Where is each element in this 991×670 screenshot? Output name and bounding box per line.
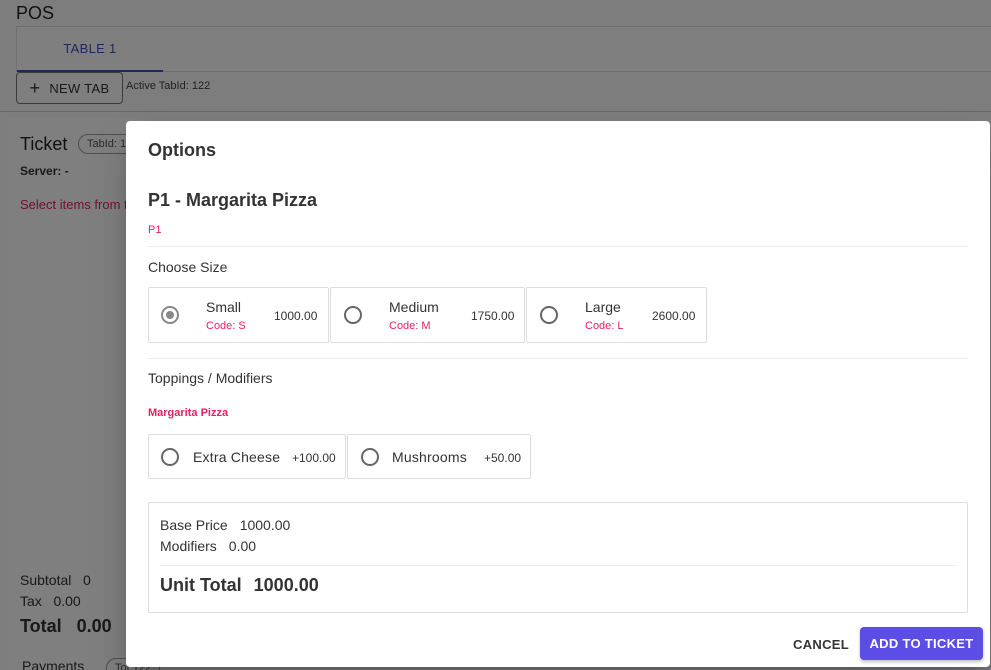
size-option-large[interactable]: Large Code: L 2600.00: [526, 287, 707, 343]
base-price-line: Base Price 1000.00: [160, 517, 290, 533]
modifiers-section-label: Toppings / Modifiers: [148, 370, 273, 386]
add-to-ticket-button[interactable]: ADD TO TICKET: [860, 627, 983, 660]
cancel-button[interactable]: CANCEL: [786, 628, 856, 660]
divider: [160, 565, 956, 566]
options-dialog: Options P1 - Margarita Pizza P1 Choose S…: [126, 121, 990, 667]
radio-checked-icon[interactable]: [161, 306, 179, 324]
radio-unchecked-icon[interactable]: [161, 447, 179, 466]
modifier-option-mushrooms[interactable]: Mushrooms +50.00: [347, 434, 531, 479]
size-option-medium[interactable]: Medium Code: M 1750.00: [330, 287, 525, 343]
base-price-value: 1000.00: [239, 517, 291, 533]
size-name: Large: [585, 299, 621, 315]
modifier-options: Extra Cheese +100.00 Mushrooms +50.00: [148, 434, 532, 479]
size-price: 1000.00: [274, 309, 318, 323]
radio-unchecked-icon[interactable]: [540, 306, 558, 324]
modifier-price: +50.00: [484, 451, 522, 465]
size-section-label: Choose Size: [148, 259, 228, 275]
modifiers-line: Modifiers 0.00: [160, 538, 256, 554]
size-price: 1750.00: [471, 309, 515, 323]
modifier-price: +100.00: [292, 451, 336, 465]
size-option-small[interactable]: Small Code: S 1000.00: [148, 287, 329, 343]
size-name: Small: [206, 299, 242, 315]
size-options: Small Code: S 1000.00 Medium Code: M 175…: [148, 287, 708, 343]
size-code: Code: M: [389, 320, 431, 332]
modifier-group-label: Margarita Pizza: [148, 407, 229, 419]
modifiers-value: 0.00: [228, 538, 257, 554]
dialog-title: Options: [148, 140, 216, 160]
divider: [148, 246, 968, 247]
divider: [148, 358, 968, 359]
modifier-name: Extra Cheese: [193, 449, 281, 465]
price-summary: Base Price 1000.00 Modifiers 0.00 Unit Tot…: [148, 502, 968, 613]
modifiers-label: Modifiers: [160, 538, 217, 554]
product-code: P1: [148, 224, 162, 236]
size-name: Medium: [389, 299, 439, 315]
unit-total-line: Unit Total 1000.00: [160, 575, 319, 596]
unit-total-label: Unit Total: [160, 575, 242, 595]
size-code: Code: S: [206, 320, 246, 332]
radio-unchecked-icon[interactable]: [361, 447, 379, 466]
product-name: P1 - Margarita Pizza: [148, 190, 318, 210]
base-price-label: Base Price: [160, 517, 228, 533]
modifier-option-extra-cheese[interactable]: Extra Cheese +100.00: [148, 434, 346, 479]
radio-unchecked-icon[interactable]: [344, 306, 362, 324]
unit-total-value: 1000.00: [253, 575, 319, 595]
size-code: Code: L: [585, 320, 624, 332]
modifier-name: Mushrooms: [392, 449, 467, 465]
size-price: 2600.00: [652, 309, 696, 323]
